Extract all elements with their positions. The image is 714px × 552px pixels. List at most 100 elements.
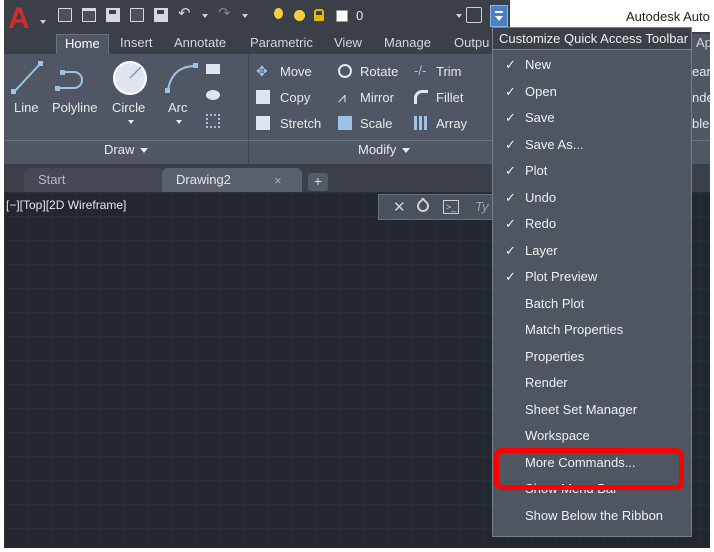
check-icon: ✓ <box>505 57 516 72</box>
menu-item-batch-plot[interactable]: Batch Plot <box>493 291 691 317</box>
close-icon[interactable]: ✕ <box>393 198 406 216</box>
redo-dropdown-icon[interactable] <box>242 14 248 18</box>
highlight-annotation <box>494 448 684 490</box>
menu-item-save-as[interactable]: ✓ Save As... <box>493 132 691 158</box>
menu-item-sheet-set-manager[interactable]: Sheet Set Manager <box>493 397 691 423</box>
stretch-icon <box>256 116 270 130</box>
command-prompt-icon[interactable]: >_ <box>443 200 459 214</box>
check-icon: ✓ <box>505 83 516 99</box>
layer-dropdown-chevron-icon[interactable] <box>456 14 462 18</box>
tab-insert[interactable]: Insert <box>112 34 161 54</box>
ellipse-icon[interactable] <box>206 90 220 100</box>
tab-manage[interactable]: Manage <box>376 34 439 54</box>
workspace-icon[interactable] <box>466 7 482 23</box>
menu-item-layer[interactable]: ✓ Layer <box>493 238 691 264</box>
arc-icon[interactable] <box>162 60 202 96</box>
menu-item-label: Batch Plot <box>525 295 585 311</box>
copy-button[interactable]: Copy <box>280 90 310 105</box>
circle-icon[interactable] <box>110 58 150 98</box>
mirror-button[interactable]: Mirror <box>360 90 394 105</box>
arc-button[interactable]: Arc <box>168 100 188 115</box>
tab-parametric[interactable]: Parametric <box>242 34 321 54</box>
move-button[interactable]: Move <box>280 64 312 79</box>
wrench-icon[interactable] <box>414 197 432 215</box>
command-line[interactable]: ✕ >_ Ty <box>378 194 498 220</box>
undo-dropdown-icon[interactable] <box>202 14 208 18</box>
viewport-controls[interactable]: [−][Top][2D Wireframe] <box>6 198 126 212</box>
trim-icon: -/- <box>414 63 427 78</box>
menu-item-plot-preview[interactable]: ✓ Plot Preview <box>493 264 691 290</box>
rectangle-icon[interactable] <box>206 64 220 74</box>
sun-icon[interactable] <box>294 10 305 21</box>
tab-annotate[interactable]: Annotate <box>166 34 234 54</box>
modify-panel-label: Modify <box>358 142 397 157</box>
save-as-icon[interactable] <box>130 8 144 22</box>
stretch-button[interactable]: Stretch <box>280 116 321 131</box>
autocad-logo-icon: A <box>8 2 30 35</box>
menu-item-label: Save As... <box>525 136 584 152</box>
menu-item-save[interactable]: ✓ Save <box>493 105 691 131</box>
check-icon: ✓ <box>505 269 516 284</box>
menu-item-label: Show Below the Ribbon <box>525 507 664 523</box>
close-icon[interactable]: × <box>274 173 282 188</box>
menu-item-workspace[interactable]: Workspace <box>493 423 691 449</box>
check-icon: ✓ <box>505 189 516 205</box>
rotate-button[interactable]: Rotate <box>360 64 398 79</box>
redo-icon[interactable]: ↷ <box>218 5 231 23</box>
circle-button[interactable]: Circle <box>112 100 145 115</box>
undo-icon[interactable]: ↶ <box>178 5 191 23</box>
menu-item-render[interactable]: Render <box>493 370 691 396</box>
menu-item-match-properties[interactable]: Match Properties <box>493 317 691 343</box>
menu-item-undo[interactable]: ✓ Undo <box>493 185 691 211</box>
hatch-icon[interactable] <box>206 114 220 128</box>
scale-button[interactable]: Scale <box>360 116 393 131</box>
open-icon[interactable] <box>82 8 96 22</box>
application-menu-button[interactable]: A <box>4 0 48 36</box>
color-swatch-icon[interactable] <box>336 10 348 22</box>
command-input[interactable]: Ty <box>475 199 488 214</box>
circle-dropdown-icon[interactable] <box>128 120 134 124</box>
menu-item-label: Layer <box>525 242 558 258</box>
draw-panel-title[interactable]: Draw <box>104 142 149 157</box>
save-icon[interactable] <box>106 8 120 22</box>
lock-icon[interactable] <box>314 9 324 21</box>
check-icon: ✓ <box>505 242 516 258</box>
new-icon[interactable] <box>58 8 72 22</box>
tab-home[interactable]: Home <box>56 34 109 54</box>
cutoff-label-3: ble <box>692 116 710 131</box>
trim-button[interactable]: Trim <box>436 64 462 79</box>
menu-item-label: Workspace <box>525 428 590 443</box>
menu-item-new[interactable]: ✓ New <box>493 52 691 78</box>
menu-item-properties[interactable]: Properties <box>493 344 691 370</box>
plot-icon[interactable] <box>154 8 168 22</box>
check-icon: ✓ <box>505 110 516 125</box>
layer-dropdown-value[interactable]: 0 <box>356 8 363 23</box>
check-icon: ✓ <box>505 136 516 152</box>
check-icon: ✓ <box>505 216 516 231</box>
modify-panel-title[interactable]: Modify <box>358 142 411 157</box>
menu-item-redo[interactable]: ✓ Redo <box>493 211 691 237</box>
tab-view[interactable]: View <box>326 34 370 54</box>
menu-item-label: Undo <box>525 189 557 205</box>
lightbulb-icon[interactable] <box>274 8 283 19</box>
new-tab-button[interactable]: + <box>308 173 328 191</box>
line-button[interactable]: Line <box>14 100 39 115</box>
chevron-down-icon <box>402 148 411 154</box>
tab-output[interactable]: Outpu <box>446 34 497 54</box>
scale-icon <box>338 116 352 130</box>
menu-item-open[interactable]: ✓ Open <box>493 79 691 105</box>
line-icon[interactable] <box>10 60 46 96</box>
customize-qat-button[interactable] <box>490 5 508 27</box>
menu-item-show-below-the-ribbon[interactable]: Show Below the Ribbon <box>493 503 691 529</box>
array-button[interactable]: Array <box>436 116 467 131</box>
cutoff-label-1: ear <box>692 64 710 79</box>
polyline-icon[interactable] <box>54 60 94 96</box>
menu-item-plot[interactable]: ✓ Plot <box>493 158 691 184</box>
tab-start[interactable]: Start <box>24 168 164 192</box>
menu-header: Customize Quick Access Toolbar <box>493 28 691 50</box>
chevron-down-icon <box>140 148 149 154</box>
arc-dropdown-icon[interactable] <box>176 120 182 124</box>
polyline-button[interactable]: Polyline <box>52 100 98 115</box>
fillet-button[interactable]: Fillet <box>436 90 463 105</box>
app-title: Autodesk Auto <box>626 9 710 24</box>
